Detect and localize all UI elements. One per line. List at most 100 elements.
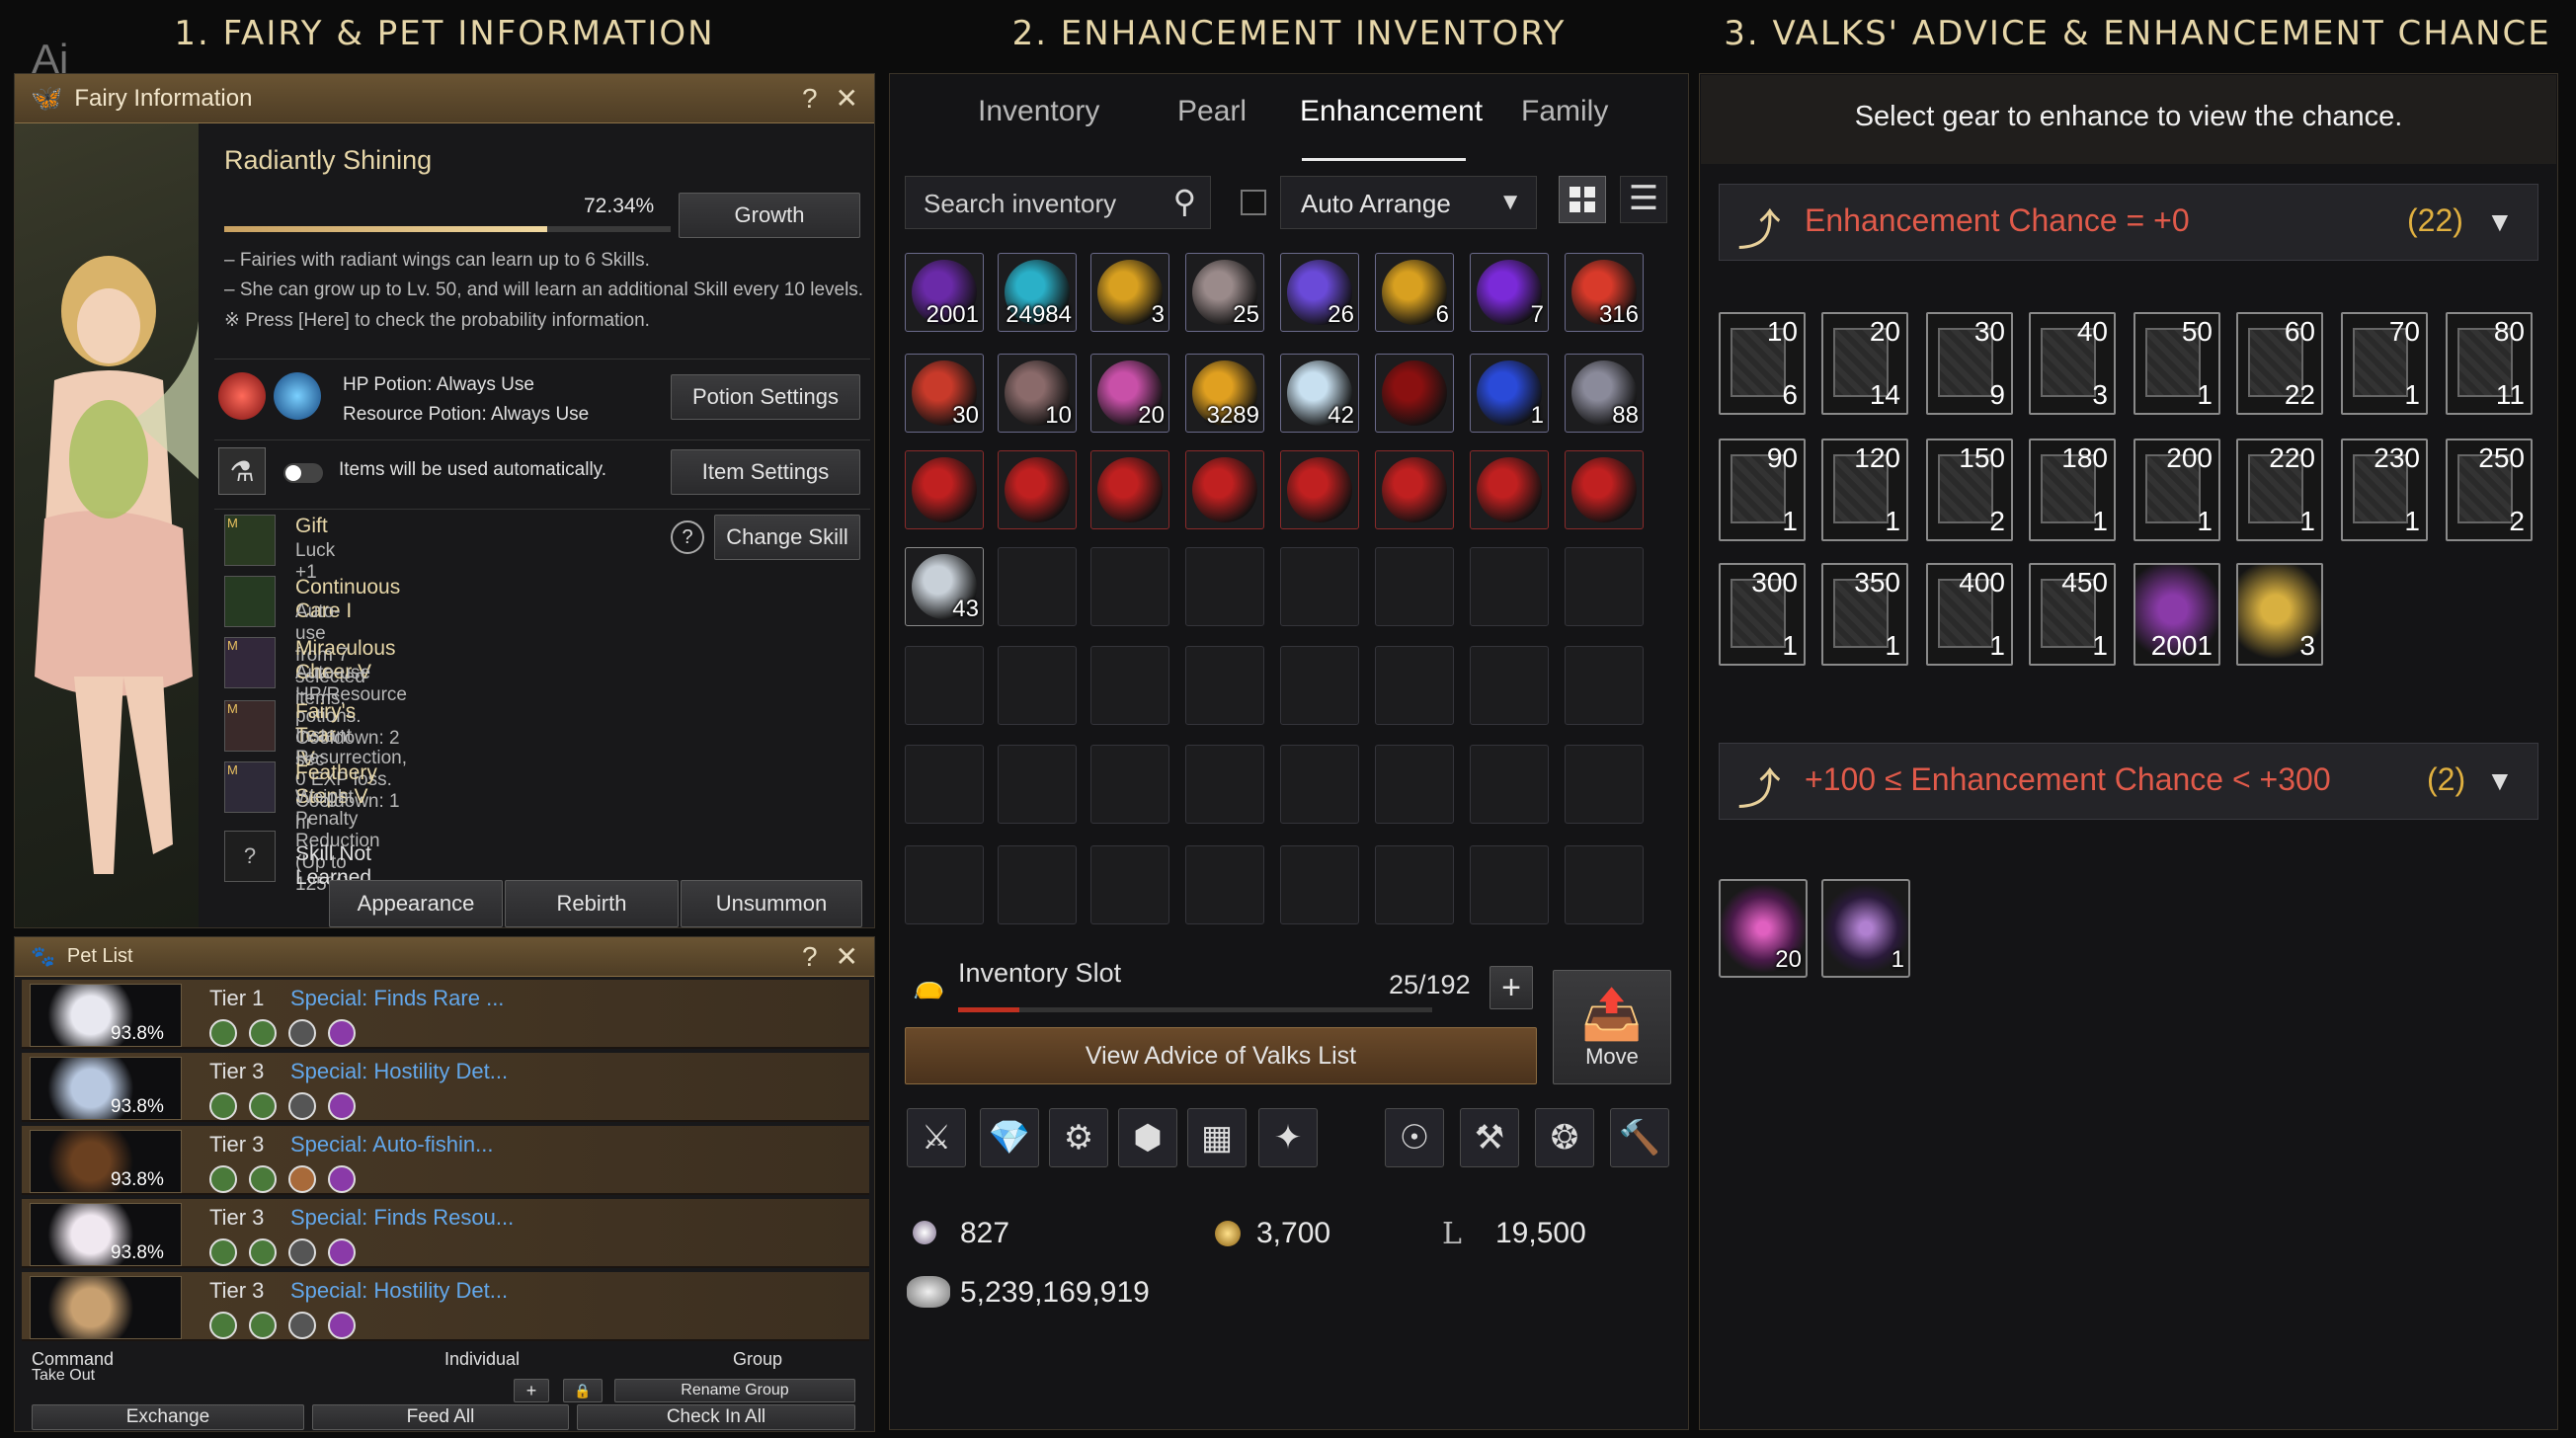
empty-slot[interactable]: [905, 646, 984, 725]
hexagon-icon[interactable]: ⬢: [1118, 1108, 1177, 1167]
inventory-item-slot[interactable]: 25: [1185, 253, 1264, 332]
empty-slot[interactable]: [1185, 547, 1264, 626]
inventory-item-slot[interactable]: [1280, 450, 1359, 529]
failstack-slot[interactable]: 150 2: [1926, 439, 2013, 541]
empty-slot[interactable]: [1375, 547, 1454, 626]
crystal-icon[interactable]: ✦: [1258, 1108, 1318, 1167]
pet-row[interactable]: 93.8% Tier 3 Special: Hostility Det...: [22, 1053, 869, 1122]
empty-slot[interactable]: [1565, 646, 1644, 725]
check-in-all-button[interactable]: Check In All: [577, 1404, 855, 1430]
empty-slot[interactable]: [1090, 646, 1169, 725]
empty-slot[interactable]: [1375, 646, 1454, 725]
item-settings-button[interactable]: Item Settings: [671, 449, 860, 495]
inventory-item-slot[interactable]: 10: [998, 354, 1077, 433]
failstack-slot[interactable]: 70 1: [2341, 312, 2428, 415]
empty-slot[interactable]: [998, 745, 1077, 824]
empty-slot[interactable]: [1470, 547, 1549, 626]
valks-item-slot[interactable]: 2001: [2133, 563, 2220, 666]
pet-row[interactable]: Tier 3 Special: Hostility Det...: [22, 1272, 869, 1341]
empty-slot[interactable]: [1090, 845, 1169, 924]
failstack-slot[interactable]: 40 3: [2029, 312, 2116, 415]
empty-slot[interactable]: [1090, 745, 1169, 824]
failstack-slot[interactable]: 120 1: [1821, 439, 1908, 541]
gem-icon[interactable]: 💎: [980, 1108, 1039, 1167]
potion-settings-button[interactable]: Potion Settings: [671, 374, 860, 420]
failstack-slot[interactable]: 300 1: [1719, 563, 1806, 666]
inventory-item-slot[interactable]: 6: [1375, 253, 1454, 332]
inventory-item-slot[interactable]: 3289: [1185, 354, 1264, 433]
empty-slot[interactable]: [1375, 845, 1454, 924]
search-input[interactable]: Search inventory: [924, 189, 1116, 219]
inventory-item-slot[interactable]: 26: [1280, 253, 1359, 332]
empty-slot[interactable]: [1565, 745, 1644, 824]
gear-search-icon[interactable]: ⚙: [1049, 1108, 1108, 1167]
tab-family[interactable]: Family: [1521, 95, 1608, 128]
tab-enhancement[interactable]: Enhancement: [1300, 95, 1483, 128]
help-icon[interactable]: ?: [802, 941, 818, 973]
empty-slot[interactable]: [905, 745, 984, 824]
orb-icon[interactable]: ☉: [1385, 1108, 1444, 1167]
inventory-item-slot[interactable]: 20: [1090, 354, 1169, 433]
inventory-item-slot[interactable]: [905, 450, 984, 529]
failstack-slot[interactable]: 220 1: [2236, 439, 2323, 541]
empty-slot[interactable]: [1375, 745, 1454, 824]
search-box[interactable]: Search inventory ⚲: [905, 176, 1211, 229]
failstack-slot[interactable]: 250 2: [2446, 439, 2533, 541]
failstack-slot[interactable]: 10 6: [1719, 312, 1806, 415]
empty-slot[interactable]: [1280, 845, 1359, 924]
valks-item-slot[interactable]: 20: [1719, 879, 1808, 978]
failstack-slot[interactable]: 450 1: [2029, 563, 2116, 666]
pet-row[interactable]: 93.8% Tier 3 Special: Auto-fishin...: [22, 1126, 869, 1195]
empty-slot[interactable]: [998, 547, 1077, 626]
inventory-item-slot[interactable]: [1470, 450, 1549, 529]
exchange-button[interactable]: Exchange: [32, 1404, 304, 1430]
failstack-slot[interactable]: 80 11: [2446, 312, 2533, 415]
fairy-desc-3[interactable]: ※ Press [Here] to check the probability …: [224, 309, 650, 332]
empty-slot[interactable]: [998, 845, 1077, 924]
feed-all-button[interactable]: Feed All: [312, 1404, 569, 1430]
empty-slot[interactable]: [1565, 547, 1644, 626]
inventory-item-slot[interactable]: [1565, 450, 1644, 529]
failstack-slot[interactable]: 200 1: [2133, 439, 2220, 541]
grid-icon[interactable]: ▦: [1187, 1108, 1247, 1167]
inventory-item-slot[interactable]: 316: [1565, 253, 1644, 332]
inventory-item-slot[interactable]: 30: [905, 354, 984, 433]
empty-slot[interactable]: [998, 646, 1077, 725]
move-button[interactable]: 📤 Move: [1553, 970, 1671, 1084]
inventory-item-slot[interactable]: [1375, 450, 1454, 529]
close-icon[interactable]: ✕: [836, 82, 858, 115]
fairy-titlebar[interactable]: 🦋 Fairy Information ? ✕: [15, 74, 874, 123]
empty-slot[interactable]: [1280, 547, 1359, 626]
valks-item-slot[interactable]: 3: [2236, 563, 2323, 666]
empty-slot[interactable]: [1280, 745, 1359, 824]
tab-pearl[interactable]: Pearl: [1177, 95, 1247, 128]
inventory-item-slot[interactable]: [1185, 450, 1264, 529]
arrange-dropdown[interactable]: Auto Arrange ▼: [1280, 176, 1537, 229]
skill-help-icon[interactable]: ?: [671, 520, 704, 554]
valks-advice-button[interactable]: View Advice of Valks List: [905, 1027, 1537, 1084]
unsummon-button[interactable]: Unsummon: [681, 880, 862, 927]
inventory-item-slot[interactable]: [998, 450, 1077, 529]
arrange-checkbox[interactable]: [1241, 190, 1266, 215]
empty-slot[interactable]: [1470, 646, 1549, 725]
inventory-item-slot[interactable]: 7: [1470, 253, 1549, 332]
failstack-slot[interactable]: 230 1: [2341, 439, 2428, 541]
chance-section-100-300[interactable]: ⤴ +100 ≤ Enhancement Chance < +300 (2) ▼: [1719, 743, 2538, 820]
failstack-slot[interactable]: 20 14: [1821, 312, 1908, 415]
empty-slot[interactable]: [1280, 646, 1359, 725]
failstack-slot[interactable]: 90 1: [1719, 439, 1806, 541]
add-button[interactable]: +: [514, 1379, 549, 1402]
inventory-item-slot[interactable]: 1: [1470, 354, 1549, 433]
pet-titlebar[interactable]: 🐾 Pet List ? ✕: [15, 937, 874, 977]
auto-use-toggle[interactable]: [283, 463, 323, 483]
growth-button[interactable]: Growth: [679, 193, 860, 238]
list-view-icon[interactable]: ☰: [1620, 176, 1667, 223]
failstack-slot[interactable]: 50 1: [2133, 312, 2220, 415]
rebirth-button[interactable]: Rebirth: [505, 880, 679, 927]
anvil-icon[interactable]: 🔨: [1610, 1108, 1669, 1167]
lock-button[interactable]: 🔒: [563, 1379, 603, 1402]
inventory-item-slot[interactable]: 88: [1565, 354, 1644, 433]
chance-section-zero[interactable]: ⤴ Enhancement Chance = +0 (22) ▼: [1719, 184, 2538, 261]
empty-slot[interactable]: [1185, 845, 1264, 924]
add-slot-button[interactable]: +: [1489, 966, 1533, 1009]
